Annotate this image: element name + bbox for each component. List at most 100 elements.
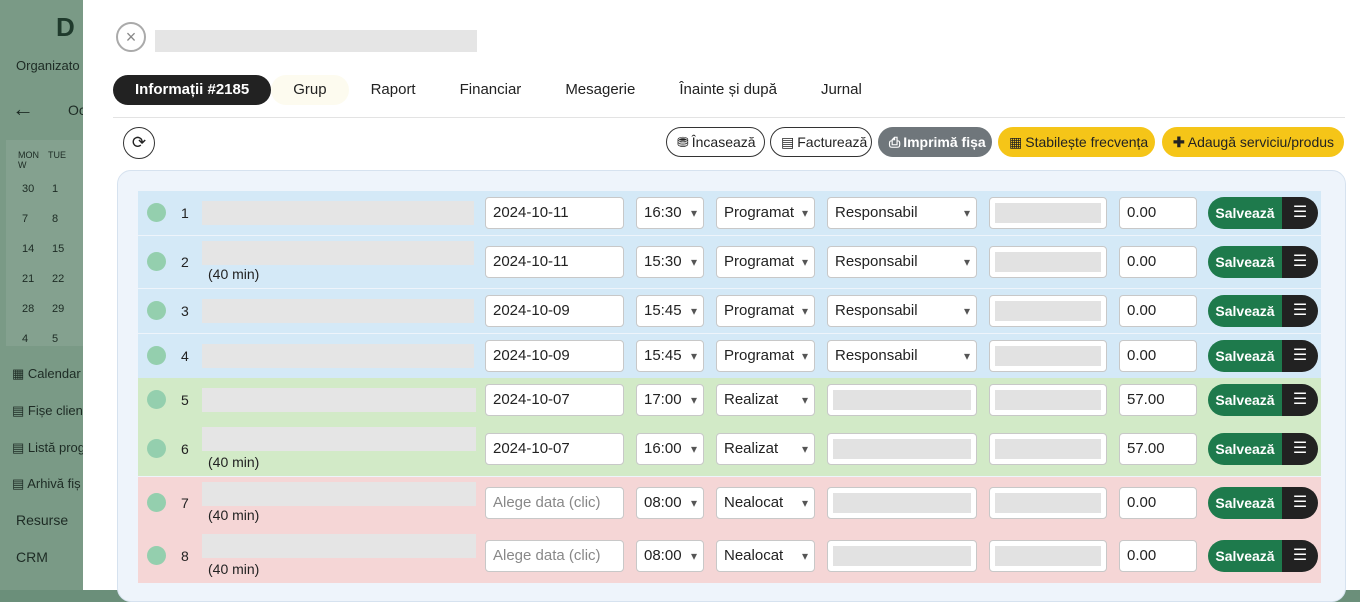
refresh-button[interactable]: ⟳ bbox=[123, 127, 155, 159]
responsible-field[interactable] bbox=[827, 540, 977, 572]
time-select[interactable]: 15:45 bbox=[636, 295, 704, 327]
back-arrow-icon[interactable]: ← bbox=[12, 96, 34, 122]
menu-icon[interactable]: ☰ bbox=[1282, 246, 1318, 278]
tab-financial[interactable]: Financiar bbox=[438, 75, 544, 105]
status-select[interactable]: Realizat bbox=[716, 433, 815, 465]
status-select[interactable]: Programat bbox=[716, 246, 815, 278]
tab-report[interactable]: Raport bbox=[349, 75, 438, 105]
date-input[interactable]: Alege data (clic) bbox=[485, 487, 624, 519]
nav-item-crm[interactable]: CRM bbox=[16, 549, 48, 565]
nav-item-calendar[interactable]: ▦ Calendar bbox=[12, 366, 81, 382]
calendar-day[interactable]: 7 bbox=[22, 204, 52, 234]
add-service-button[interactable]: ✚ Adaugă serviciu/produs bbox=[1162, 127, 1344, 157]
status-select[interactable]: Programat bbox=[716, 340, 815, 372]
time-select[interactable]: 08:00 bbox=[636, 487, 704, 519]
menu-icon[interactable]: ☰ bbox=[1282, 433, 1318, 465]
save-button[interactable]: Salvează bbox=[1208, 295, 1282, 327]
save-button[interactable]: Salvează bbox=[1208, 340, 1282, 372]
close-button[interactable]: × bbox=[116, 22, 146, 52]
duration-label: (40 min) bbox=[208, 507, 260, 523]
print-button[interactable]: ⎙ Imprimă fișa bbox=[878, 127, 992, 157]
menu-icon[interactable]: ☰ bbox=[1282, 384, 1318, 416]
calendar-day[interactable]: 4 bbox=[22, 324, 52, 354]
responsible-select[interactable]: Responsabil bbox=[827, 246, 977, 278]
responsible-field[interactable] bbox=[827, 487, 977, 519]
tab-information[interactable]: Informații #2185 bbox=[113, 75, 272, 105]
amount-input[interactable]: 0.00 bbox=[1119, 197, 1197, 229]
date-input[interactable]: 2024-10-11 bbox=[485, 246, 624, 278]
tab-before-after[interactable]: Înainte și după bbox=[657, 75, 799, 105]
save-button[interactable]: Salvează bbox=[1208, 487, 1282, 519]
tab-journal[interactable]: Jurnal bbox=[799, 75, 884, 105]
responsible-field[interactable] bbox=[827, 433, 977, 465]
menu-icon[interactable]: ☰ bbox=[1282, 295, 1318, 327]
date-input[interactable]: 2024-10-09 bbox=[485, 295, 624, 327]
time-select[interactable]: 08:00 bbox=[636, 540, 704, 572]
date-input[interactable]: Alege data (clic) bbox=[485, 540, 624, 572]
amount-input[interactable]: 0.00 bbox=[1119, 295, 1197, 327]
amount-input[interactable]: 0.00 bbox=[1119, 246, 1197, 278]
menu-icon[interactable]: ☰ bbox=[1282, 197, 1318, 229]
amount-input[interactable]: 0.00 bbox=[1119, 340, 1197, 372]
menu-icon[interactable]: ☰ bbox=[1282, 340, 1318, 372]
collect-button[interactable]: ⛃ Încasează bbox=[666, 127, 765, 157]
responsible-select[interactable]: Responsabil bbox=[827, 295, 977, 327]
nav-item-client-files[interactable]: ▤ Fișe clien bbox=[12, 403, 83, 419]
calendar-day[interactable]: 8 bbox=[52, 204, 82, 234]
notes-field[interactable] bbox=[989, 246, 1107, 278]
nav-item-archive[interactable]: ▤ Arhivă fiș bbox=[12, 476, 81, 492]
calendar-day[interactable]: 1 bbox=[52, 174, 82, 204]
invoice-button[interactable]: ▤ Facturează bbox=[770, 127, 872, 157]
nav-item-program-list[interactable]: ▤ Listă prog bbox=[12, 440, 85, 456]
date-input[interactable]: 2024-10-09 bbox=[485, 340, 624, 372]
time-select[interactable]: 16:30 bbox=[636, 197, 704, 229]
calendar-day[interactable]: 30 bbox=[22, 174, 52, 204]
status-select[interactable]: Nealocat bbox=[716, 487, 815, 519]
save-button[interactable]: Salvează bbox=[1208, 246, 1282, 278]
notes-field[interactable] bbox=[989, 487, 1107, 519]
calendar-day[interactable]: 14 bbox=[22, 234, 52, 264]
time-select[interactable]: 17:00 bbox=[636, 384, 704, 416]
status-select[interactable]: Programat bbox=[716, 295, 815, 327]
nav-item-resources[interactable]: Resurse bbox=[16, 512, 68, 528]
date-input[interactable]: 2024-10-07 bbox=[485, 433, 624, 465]
status-select[interactable]: Programat bbox=[716, 197, 815, 229]
date-input[interactable]: 2024-10-11 bbox=[485, 197, 624, 229]
amount-input[interactable]: 57.00 bbox=[1119, 433, 1197, 465]
tab-group[interactable]: Grup bbox=[271, 75, 349, 105]
responsible-field[interactable] bbox=[827, 384, 977, 416]
notes-field[interactable] bbox=[989, 295, 1107, 327]
save-button[interactable]: Salvează bbox=[1208, 384, 1282, 416]
save-button-group: Salvează ☰ bbox=[1208, 384, 1318, 416]
status-select[interactable]: Realizat bbox=[716, 384, 815, 416]
amount-input[interactable]: 57.00 bbox=[1119, 384, 1197, 416]
time-select[interactable]: 15:30 bbox=[636, 246, 704, 278]
status-select[interactable]: Nealocat bbox=[716, 540, 815, 572]
save-button[interactable]: Salvează bbox=[1208, 197, 1282, 229]
date-input[interactable]: 2024-10-07 bbox=[485, 384, 624, 416]
calendar-day[interactable]: 5 bbox=[52, 324, 82, 354]
org-label[interactable]: Organizato bbox=[16, 58, 80, 73]
amount-input[interactable]: 0.00 bbox=[1119, 540, 1197, 572]
notes-field[interactable] bbox=[989, 540, 1107, 572]
calendar-day[interactable]: 28 bbox=[22, 294, 52, 324]
notes-field[interactable] bbox=[989, 197, 1107, 229]
calendar-day[interactable]: 15 bbox=[52, 234, 82, 264]
tab-messaging[interactable]: Mesagerie bbox=[543, 75, 657, 105]
time-select[interactable]: 16:00 bbox=[636, 433, 704, 465]
responsible-select[interactable]: Responsabil bbox=[827, 197, 977, 229]
save-button[interactable]: Salvează bbox=[1208, 433, 1282, 465]
calendar-day[interactable]: 29 bbox=[52, 294, 82, 324]
responsible-select[interactable]: Responsabil bbox=[827, 340, 977, 372]
calendar-day[interactable]: 21 bbox=[22, 264, 52, 294]
menu-icon[interactable]: ☰ bbox=[1282, 487, 1318, 519]
save-button[interactable]: Salvează bbox=[1208, 540, 1282, 572]
notes-field[interactable] bbox=[989, 384, 1107, 416]
calendar-day[interactable]: 22 bbox=[52, 264, 82, 294]
time-select[interactable]: 15:45 bbox=[636, 340, 704, 372]
notes-field[interactable] bbox=[989, 340, 1107, 372]
amount-input[interactable]: 0.00 bbox=[1119, 487, 1197, 519]
menu-icon[interactable]: ☰ bbox=[1282, 540, 1318, 572]
notes-field[interactable] bbox=[989, 433, 1107, 465]
set-frequency-button[interactable]: ▦ Stabilește frecvența bbox=[998, 127, 1155, 157]
